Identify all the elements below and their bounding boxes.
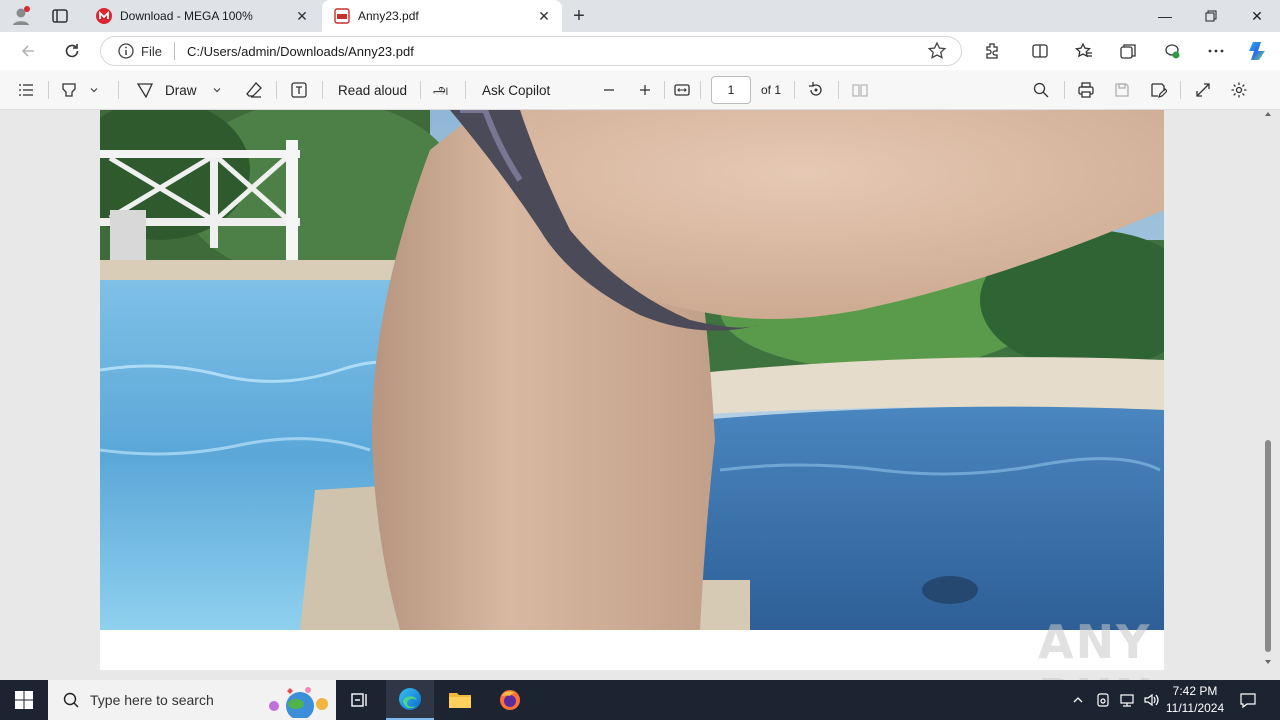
toolbar-divider [465,81,466,99]
extensions-icon[interactable] [982,41,1002,61]
page-view-icon[interactable] [851,80,869,100]
contents-icon[interactable] [17,80,35,100]
close-window-button[interactable]: ✕ [1234,0,1280,32]
zoom-in-icon[interactable] [637,80,653,100]
collections-icon[interactable] [1118,41,1138,61]
toolbar-divider [48,81,49,99]
watermark-logo: ANY RUN [1038,615,1153,680]
save-as-icon[interactable] [1149,80,1167,100]
print-icon[interactable] [1077,80,1095,100]
rotate-icon[interactable] [807,80,825,100]
clock-time: 7:42 PM [1172,684,1218,698]
refresh-button[interactable] [58,38,86,64]
pdf-toolbar: Draw Read aloud அ Ask Copilot 1 of 1 [0,70,1280,110]
more-options-icon[interactable] [1206,41,1226,61]
address-scheme: File [141,43,162,59]
address-divider [173,42,175,60]
tab-actions-icon[interactable] [50,6,70,26]
draw-button[interactable]: Draw [136,80,197,100]
volume-icon[interactable] [1141,680,1161,720]
task-view-icon[interactable] [336,680,384,720]
page-photo [100,110,1164,630]
close-tab-icon[interactable]: ✕ [292,6,312,26]
page-total: of 1 [761,83,782,97]
ask-copilot-button[interactable]: Ask Copilot [482,80,550,100]
tab-mega[interactable]: Download - MEGA 100% ✕ [84,0,320,32]
toolbar-divider [838,81,839,99]
pdf-icon [334,8,350,24]
split-screen-icon[interactable] [1030,41,1050,61]
eraser-icon[interactable] [245,80,263,100]
device-icon[interactable] [1093,680,1113,720]
save-icon[interactable] [1113,80,1131,100]
toolbar-divider [794,81,795,99]
favorites-icon[interactable] [1074,41,1094,61]
tab-title: Anny23.pdf [358,9,419,23]
fit-width-icon[interactable] [673,80,691,100]
add-text-icon[interactable] [290,80,308,100]
toolbar-divider [118,81,119,99]
highlight-icon[interactable] [60,80,78,100]
network-icon[interactable] [1117,680,1137,720]
restore-button[interactable] [1188,0,1234,32]
mega-icon [96,8,112,24]
new-tab-button[interactable]: + [568,5,590,27]
minimize-button[interactable]: — [1142,0,1188,32]
taskbar: Type here to search 7:42 PM 11/11/2024 [0,680,1280,720]
tab-strip: Download - MEGA 100% ✕ Anny23.pdf ✕ + — … [0,0,1280,32]
read-aloud-button[interactable]: Read aloud [338,80,407,100]
toolbar-divider [276,81,277,99]
search-icon [63,692,79,708]
address-bar[interactable]: File C:/Users/admin/Downloads/Anny23.pdf [100,36,962,66]
file-explorer-icon[interactable] [436,680,484,720]
settings-gear-icon[interactable] [1230,80,1248,100]
page-current: 1 [727,83,735,97]
browser-essentials-icon[interactable] [1162,41,1182,61]
pdf-viewer[interactable]: ANY RUN [0,110,1280,680]
tab-title: Download - MEGA 100% [120,9,253,23]
toolbar-divider [420,81,421,99]
firefox-icon[interactable] [486,680,534,720]
show-hidden-icons-icon[interactable] [1068,680,1088,720]
start-button[interactable] [0,680,48,720]
read-aloud-label: Read aloud [338,82,408,98]
search-highlight-icon [269,687,328,718]
taskbar-search[interactable]: Type here to search [48,680,336,720]
favorite-star-icon[interactable] [927,41,947,61]
toolbar-divider [664,81,665,99]
page-number-input[interactable]: 1 [711,76,751,104]
draw-label: Draw [165,82,197,98]
notifications-icon[interactable] [1236,680,1260,720]
vertical-scrollbar[interactable] [1262,110,1274,680]
translate-icon[interactable]: அ [433,80,449,100]
windows-logo-icon [15,691,33,709]
highlight-dropdown-icon[interactable] [88,80,100,100]
search-icon[interactable] [1032,80,1050,100]
clock-date: 11/11/2024 [1165,701,1225,715]
copilot-icon[interactable] [1246,39,1270,63]
fullscreen-icon[interactable] [1194,80,1212,100]
system-clock[interactable]: 7:42 PM 11/11/2024 [1160,683,1230,717]
navigation-bar: File C:/Users/admin/Downloads/Anny23.pdf [0,32,1280,70]
address-url[interactable]: C:/Users/admin/Downloads/Anny23.pdf [187,44,927,59]
close-tab-icon[interactable]: ✕ [534,6,554,26]
toolbar-divider [700,81,701,99]
profile-avatar-icon[interactable] [10,5,32,27]
back-button[interactable] [14,38,42,64]
toolbar-divider [1064,81,1065,99]
info-icon[interactable] [117,42,135,60]
draw-dropdown-icon[interactable] [211,80,223,100]
ask-copilot-label: Ask Copilot [482,82,551,98]
draw-icon [136,83,154,99]
edge-taskbar-icon[interactable] [386,680,434,720]
toolbar-divider [322,81,323,99]
tab-pdf[interactable]: Anny23.pdf ✕ [322,0,562,32]
pdf-page [100,110,1164,670]
search-placeholder: Type here to search [90,692,214,708]
toolbar-divider [1180,81,1181,99]
zoom-out-icon[interactable] [601,80,617,100]
